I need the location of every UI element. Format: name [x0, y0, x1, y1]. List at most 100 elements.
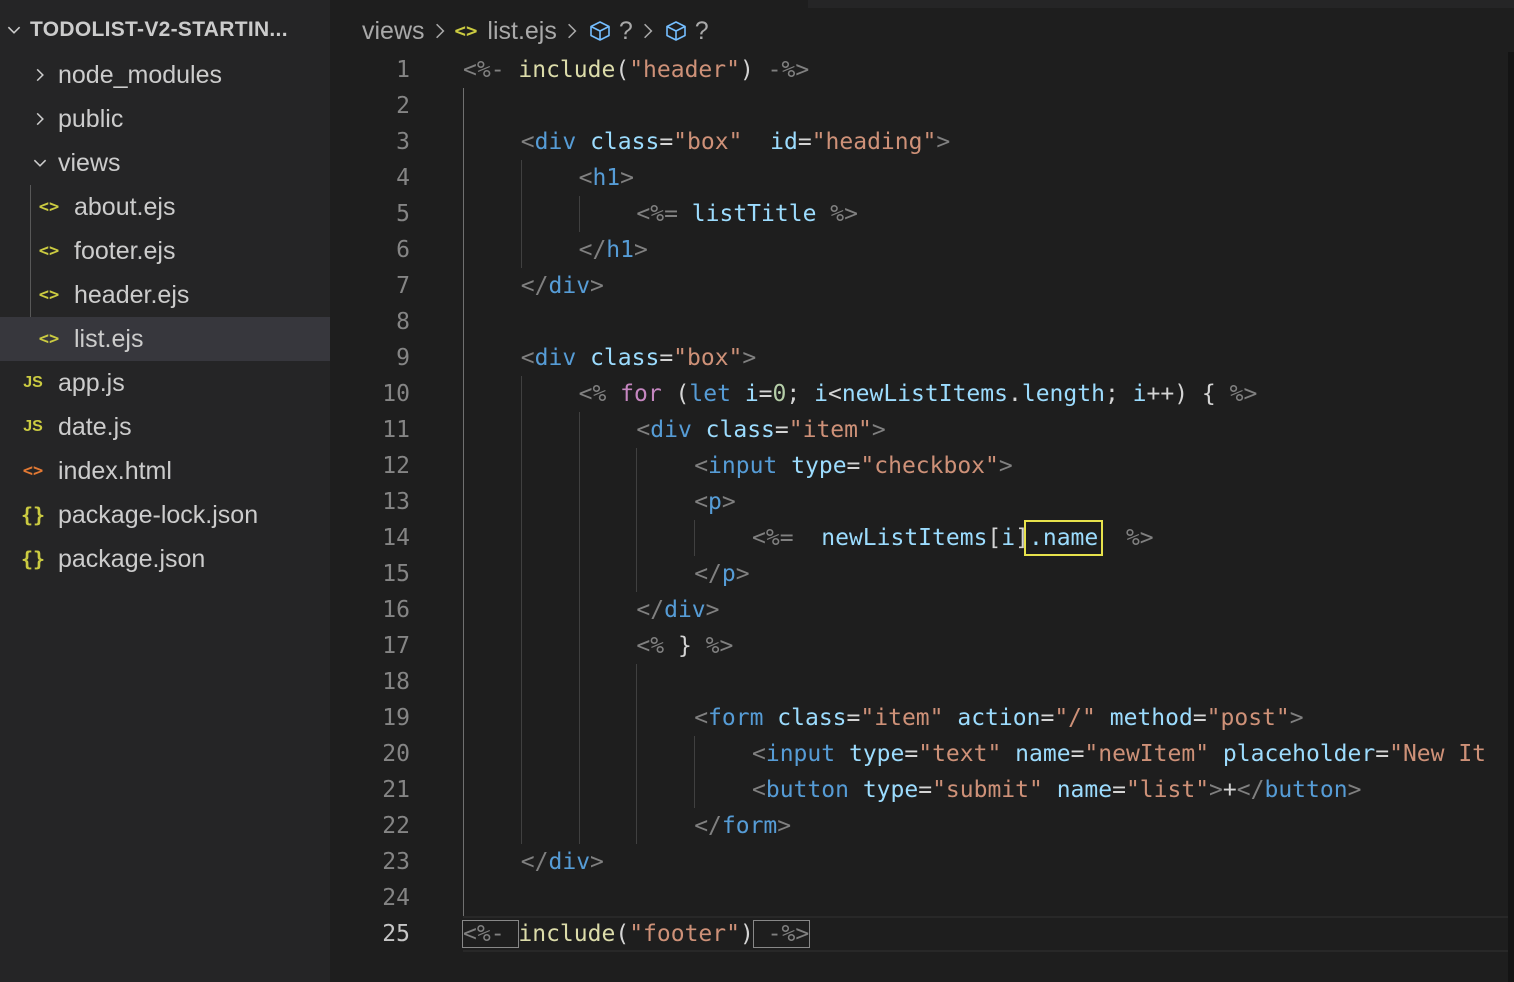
code-line[interactable]: 11 <div class="item">: [330, 412, 1514, 448]
code-line[interactable]: 17 <% } %>: [330, 628, 1514, 664]
code-text: <div class="item">: [636, 412, 885, 448]
js-file-icon: JS: [23, 418, 43, 435]
code-text: </div>: [521, 268, 604, 304]
code-token: "footer": [629, 921, 740, 947]
breadcrumb-symbol-1[interactable]: ?: [619, 17, 633, 46]
code-token: =: [774, 417, 789, 443]
code-line[interactable]: 23 </div>: [330, 844, 1514, 880]
code-token: %>: [705, 633, 734, 659]
explorer-folder[interactable]: views: [0, 141, 330, 185]
code-token: 0: [772, 381, 787, 407]
code-line[interactable]: 19 <form class="item" action="/" method="…: [330, 700, 1514, 736]
code-token: <: [694, 453, 709, 479]
code-line[interactable]: 8: [330, 304, 1514, 340]
code-token: <: [520, 345, 535, 371]
explorer-file[interactable]: <> list.ejs: [0, 317, 330, 361]
line-number: 25: [382, 921, 410, 947]
code-line[interactable]: 10 <% for (let i=0; i<newListItems.length…: [330, 376, 1514, 412]
chevron-down-icon[interactable]: [30, 153, 50, 173]
explorer-folder[interactable]: node_modules: [0, 53, 330, 97]
code-token: (: [615, 921, 630, 947]
code-token: "list": [1125, 777, 1210, 803]
explorer-item-label: app.js: [58, 368, 125, 397]
code-line[interactable]: 14 <%= newListItems[i].name %>: [330, 520, 1514, 556]
explorer-file[interactable]: {} package-lock.json: [0, 493, 330, 537]
code-line[interactable]: 25 <%- include("footer") -%>: [330, 916, 1514, 952]
code-line[interactable]: 13 <p>: [330, 484, 1514, 520]
explorer-file[interactable]: <> index.html: [0, 449, 330, 493]
code-token: "checkbox": [860, 453, 999, 479]
code-line[interactable]: 3 <div class="box" id="heading">: [330, 124, 1514, 160]
code-line[interactable]: 16 </div>: [330, 592, 1514, 628]
code-area[interactable]: 1 <%- include("header") -%> 2 3 <div class="…: [330, 52, 1514, 982]
code-token: name: [1015, 741, 1071, 767]
code-line[interactable]: 18: [330, 664, 1514, 700]
code-token: placeholder: [1222, 741, 1376, 767]
code-line[interactable]: 4 <h1>: [330, 160, 1514, 196]
code-token: >: [590, 849, 604, 875]
chevron-down-icon[interactable]: [4, 20, 24, 40]
code-text: <input type="text" name="newItem" placeh…: [752, 736, 1486, 772]
code-token: <%: [636, 633, 665, 659]
breadcrumb-symbol-2[interactable]: ?: [695, 17, 709, 46]
explorer-root-folder[interactable]: TODOLIST-V2-STARTIN...: [0, 8, 330, 52]
code-line[interactable]: 15 </p>: [330, 556, 1514, 592]
explorer-file[interactable]: JS app.js: [0, 361, 330, 405]
code-line[interactable]: 22 </form>: [330, 808, 1514, 844]
code-token: >: [705, 597, 720, 623]
explorer-file[interactable]: {} package.json: [0, 537, 330, 581]
code-line[interactable]: 21 <button type="submit" name="list">+</b…: [330, 772, 1514, 808]
line-number: 6: [396, 237, 410, 263]
chevron-right-icon: [565, 22, 579, 40]
breadcrumb-file[interactable]: list.ejs: [487, 17, 556, 46]
code-line[interactable]: 20 <input type="text" name="newItem" plac…: [330, 736, 1514, 772]
chevron-right-icon: [433, 22, 447, 40]
code-text: <form class="item" action="/" method="po…: [694, 700, 1303, 736]
explorer-item-label: views: [58, 148, 121, 177]
code-line[interactable]: 9 <div class="box">: [330, 340, 1514, 376]
chevron-right-icon[interactable]: [30, 109, 50, 129]
indent-guide: [636, 448, 638, 592]
explorer-file[interactable]: <> about.ejs: [0, 185, 330, 229]
explorer-root-label: TODOLIST-V2-STARTIN...: [30, 18, 288, 41]
code-token: ): [739, 921, 754, 947]
indent-guide: [578, 196, 580, 232]
code-line[interactable]: 7 </div>: [330, 268, 1514, 304]
ejs-file-icon: <>: [454, 20, 478, 42]
code-line[interactable]: 1 <%- include("header") -%>: [330, 52, 1514, 88]
explorer-folder[interactable]: public: [0, 97, 330, 141]
code-line[interactable]: 2: [330, 88, 1514, 124]
code-token: action: [957, 705, 1041, 731]
explorer-file[interactable]: JS date.js: [0, 405, 330, 449]
code-line[interactable]: 24: [330, 880, 1514, 916]
explorer-file[interactable]: <> footer.ejs: [0, 229, 330, 273]
code-line[interactable]: 6 </h1>: [330, 232, 1514, 268]
explorer-file[interactable]: <> header.ejs: [0, 273, 330, 317]
line-number: 9: [396, 345, 410, 371]
breadcrumb-folder[interactable]: views: [362, 17, 425, 46]
code-line[interactable]: 5 <%= listTitle %>: [330, 196, 1514, 232]
code-line[interactable]: 12 <input type="checkbox">: [330, 448, 1514, 484]
code-text: </p>: [694, 556, 749, 592]
code-token: p: [708, 489, 722, 515]
line-number: 17: [382, 633, 410, 659]
code-token: i: [814, 381, 828, 407]
code-token: </: [578, 237, 607, 263]
code-token: <: [752, 741, 766, 767]
line-number: 2: [396, 93, 410, 119]
html-file-icon: <>: [22, 461, 44, 481]
code-token: >: [1289, 705, 1304, 731]
code-token: form: [721, 813, 778, 839]
code-token: >: [620, 165, 635, 191]
chevron-right-icon[interactable]: [30, 65, 50, 85]
code-token: <%-: [463, 57, 519, 83]
code-text: <%- include("header") -%>: [463, 52, 809, 88]
vertical-scrollbar[interactable]: [1508, 52, 1514, 982]
code-token: type: [862, 777, 919, 803]
code-token: =: [1375, 741, 1390, 767]
